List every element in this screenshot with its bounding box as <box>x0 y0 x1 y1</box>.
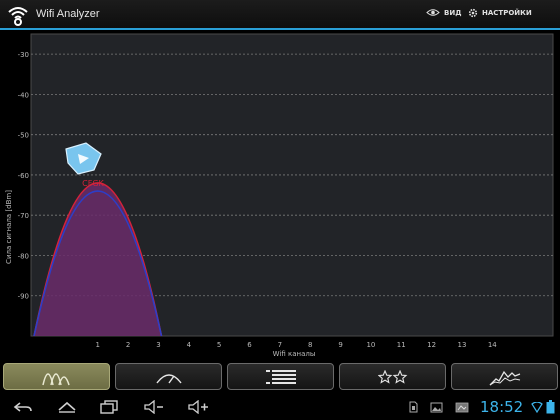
settings-label: НАСТРОЙКИ <box>482 9 532 17</box>
gallery-icon <box>430 398 443 416</box>
tab-channel-rating[interactable] <box>339 363 446 390</box>
ap-ssid-label: CFGK <box>82 179 104 188</box>
x-tick-label: 7 <box>278 341 282 349</box>
sim-icon <box>408 398 418 416</box>
volume-down-button[interactable] <box>142 398 166 416</box>
channel-chart: -30-40-50-60-70-80-90 1 2 3 4 5 6 7 8 9 10 11 12 13 1… <box>5 33 554 358</box>
back-button[interactable] <box>12 398 34 416</box>
x-tick-label: 3 <box>156 341 160 349</box>
y-tick-label: -90 <box>18 293 29 301</box>
volume-down-icon <box>144 400 163 414</box>
channel-graph: -30 -40 -50 -60 -70 -80 -90 1 2 3 4 5 6 7 8 9 10 11 12 13 1… <box>0 32 560 358</box>
y-axis-label: Сила сигнала [dBm] <box>5 190 13 264</box>
recent-apps-icon <box>100 400 118 414</box>
x-axis-label: Wifi каналы <box>273 350 316 358</box>
notification-icon <box>455 398 469 416</box>
x-tick-label: 1 <box>96 341 100 349</box>
view-label: ВИД <box>444 8 462 17</box>
x-tick-label: 8 <box>308 341 312 349</box>
x-tick-label: 2 <box>126 341 130 349</box>
action-bar: Wifi Analyzer ВИД НАСТРОЙКИ <box>0 0 560 30</box>
x-tick-label: 5 <box>217 341 221 349</box>
app-title: Wifi Analyzer <box>36 8 100 20</box>
tab-signal-meter[interactable] <box>115 363 222 390</box>
y-tick-label: -30 <box>18 51 29 59</box>
y-tick-label: -50 <box>18 132 29 140</box>
y-tick-label: -40 <box>18 91 29 99</box>
tab-channel-graph[interactable] <box>3 363 110 390</box>
eye-icon <box>426 9 440 16</box>
x-tick-label: 11 <box>397 341 406 349</box>
x-tick-label: 4 <box>187 341 192 349</box>
time-graph-icon <box>489 370 520 385</box>
system-nav-bar <box>0 394 560 420</box>
recent-apps-button[interactable] <box>98 398 120 416</box>
tab-time-graph[interactable] <box>451 363 558 390</box>
battery-icon <box>546 398 555 416</box>
x-tick-label: 13 <box>457 341 466 349</box>
volume-up-icon <box>188 400 208 414</box>
home-button[interactable] <box>56 398 78 416</box>
y-tick-label: -60 <box>18 172 29 180</box>
view-button[interactable]: ВИД <box>426 8 461 17</box>
x-tick-label: 12 <box>427 341 436 349</box>
x-tick-label: 14 <box>488 341 497 349</box>
wifi-icon[interactable] <box>6 3 30 27</box>
x-tick-label: 9 <box>338 341 342 349</box>
tab-ap-list[interactable] <box>227 363 334 390</box>
y-tick-label: -80 <box>18 252 29 260</box>
stars-icon <box>377 369 407 384</box>
list-icon <box>265 369 296 384</box>
wifi-signal-icon <box>531 398 543 416</box>
x-tick-label: 6 <box>247 341 252 349</box>
channel-graph-icon <box>41 372 70 385</box>
gear-icon <box>468 8 478 18</box>
status-clock: 18:52 <box>480 398 524 416</box>
signal-meter-icon <box>155 373 182 383</box>
y-tick-label: -70 <box>18 212 29 220</box>
view-tabs <box>0 360 560 392</box>
volume-up-button[interactable] <box>186 398 210 416</box>
x-tick-label: 10 <box>366 341 375 349</box>
home-icon <box>58 401 76 413</box>
settings-button[interactable]: НАСТРОЙКИ <box>468 8 532 18</box>
back-icon <box>13 402 32 412</box>
